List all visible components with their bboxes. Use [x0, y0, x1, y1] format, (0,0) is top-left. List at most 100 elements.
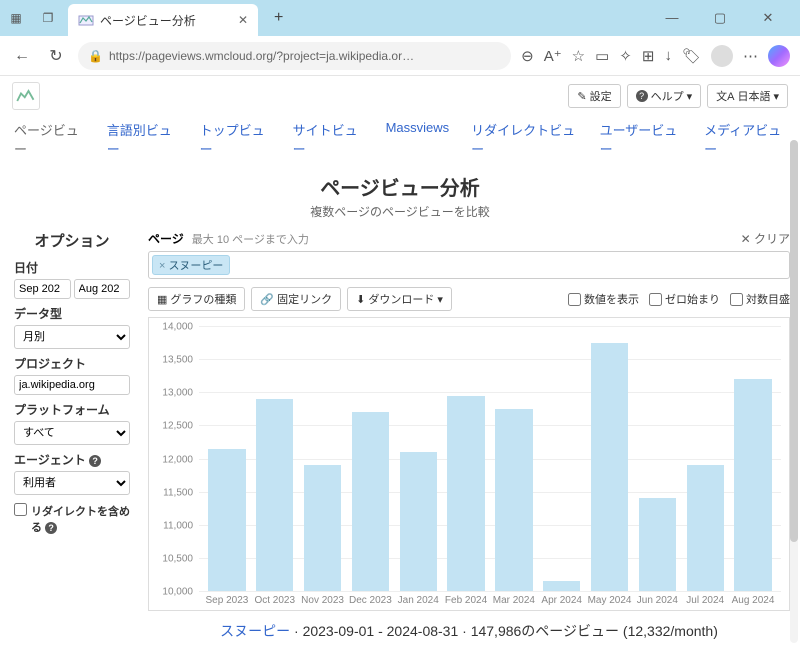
chart-bar [687, 465, 724, 591]
chart-bar [256, 399, 293, 591]
settings-button[interactable]: ✎設定 [568, 84, 620, 108]
y-tick-label: 10,000 [162, 587, 193, 598]
grid-icon: ▦ [157, 293, 167, 306]
begin-zero-check[interactable]: ゼロ始まり [649, 291, 720, 307]
datatype-label: データ型 [14, 305, 130, 322]
nav-mediaviews[interactable]: メディアビュー [704, 120, 786, 158]
x-tick-label: Mar 2024 [490, 595, 538, 606]
window-minimize[interactable]: — [654, 10, 690, 26]
window-maximize[interactable]: ▢ [702, 10, 738, 26]
help-button[interactable]: ?ヘルプ▾ [627, 84, 702, 108]
nav-siteviews[interactable]: サイトビュー [293, 120, 364, 158]
language-button[interactable]: 文A日本語▾ [707, 84, 788, 108]
date-to-input[interactable] [74, 279, 131, 299]
x-tick-label: Jul 2024 [681, 595, 729, 606]
nav-redirectviews[interactable]: リダイレクトビュー [471, 120, 577, 158]
zoom-icon[interactable]: ⊖ [521, 47, 534, 65]
page-subtitle: 複数ページのページビューを比較 [0, 203, 800, 220]
chevron-down-icon: ▾ [687, 90, 693, 103]
y-tick-label: 13,000 [162, 388, 193, 399]
agent-select[interactable]: 利用者 [14, 471, 130, 495]
y-tick-label: 10,500 [162, 553, 193, 564]
copilot-icon[interactable] [768, 45, 790, 67]
show-values-check[interactable]: 数値を表示 [568, 291, 639, 307]
y-tick-label: 12,500 [162, 421, 193, 432]
chart-bar [543, 581, 580, 591]
tab-favicon [78, 12, 94, 28]
tab-close-icon[interactable]: ✕ [238, 13, 248, 27]
chart-bar [591, 343, 628, 591]
x-tick-label: Sep 2023 [203, 595, 251, 606]
x-tick-label: Jan 2024 [394, 595, 442, 606]
x-tick-label: Oct 2023 [251, 595, 299, 606]
page-title-block: ページビュー分析 複数ページのページビューを比較 [0, 168, 800, 230]
extensions-icon[interactable]: ⊞ [642, 47, 655, 65]
chart-bar [400, 452, 437, 591]
favorites-bar-icon[interactable]: ✧ [619, 47, 632, 65]
profile-avatar[interactable] [711, 45, 733, 67]
window-close[interactable]: ✕ [750, 10, 786, 26]
x-tick-label: Aug 2024 [729, 595, 777, 606]
platform-label: プラットフォーム [14, 401, 130, 418]
nav-massviews[interactable]: Massviews [386, 120, 450, 158]
address-bar[interactable]: 🔒 https://pageviews.wmcloud.org/?project… [78, 42, 511, 70]
x-tick-label: May 2024 [586, 595, 634, 606]
x-tick-label: Apr 2024 [538, 595, 586, 606]
tool-nav: ページビュー 言語別ビュー トップビュー サイトビュー Massviews リダ… [0, 116, 800, 168]
collections-icon[interactable]: ▭ [595, 47, 609, 65]
nav-langviews[interactable]: 言語別ビュー [107, 120, 178, 158]
platform-select[interactable]: すべて [14, 421, 130, 445]
chart-bar [447, 396, 484, 591]
chevron-down-icon: ▾ [773, 90, 779, 103]
workspaces-icon[interactable]: ❐ [36, 6, 60, 30]
downloads-icon[interactable]: ↓ [664, 47, 672, 64]
summary-line: スヌーピー · 2023-09-01 - 2024-08-31 · 147,98… [148, 611, 790, 653]
page-scrollbar[interactable] [790, 140, 798, 643]
page-token[interactable]: ×スヌーピー [152, 255, 230, 275]
help-icon[interactable]: ? [45, 522, 57, 534]
pages-input[interactable]: ×スヌーピー [148, 251, 790, 279]
chart-bar [495, 409, 532, 591]
shopping-icon[interactable]: 🏷 [682, 47, 701, 65]
app-logo [12, 82, 40, 110]
back-button[interactable]: ← [10, 47, 34, 65]
x-tick-label: Jun 2024 [633, 595, 681, 606]
pencil-icon: ✎ [577, 90, 586, 103]
nav-userviews[interactable]: ユーザービュー [600, 120, 683, 158]
x-tick-label: Nov 2023 [299, 595, 347, 606]
download-button[interactable]: ⬇ダウンロード ▾ [347, 287, 452, 311]
refresh-button[interactable]: ↻ [44, 46, 68, 66]
nav-topviews[interactable]: トップビュー [200, 120, 271, 158]
token-remove-icon[interactable]: × [159, 260, 165, 272]
read-aloud-icon[interactable]: A⁺ [544, 47, 562, 65]
favorite-icon[interactable]: ☆ [572, 47, 585, 65]
clear-button[interactable]: ✕ クリア [741, 230, 790, 247]
new-tab-button[interactable]: + [266, 9, 291, 27]
more-menu-icon[interactable]: ⋯ [743, 47, 758, 65]
y-tick-label: 12,000 [162, 454, 193, 465]
app-menu-icon[interactable]: ▦ [4, 6, 28, 30]
window-titlebar: ▦ ❐ ページビュー分析 ✕ + — ▢ ✕ [0, 0, 800, 36]
redirects-label: リダイレクトを含める ? [31, 503, 130, 535]
chart-bar [639, 498, 676, 591]
y-tick-label: 11,000 [163, 520, 193, 531]
datatype-select[interactable]: 月別 [14, 325, 130, 349]
x-tick-label: Dec 2023 [346, 595, 394, 606]
chart-bar [208, 449, 245, 591]
agent-label: エージェント ? [14, 451, 130, 468]
link-icon: 🔗 [260, 293, 274, 306]
log-scale-check[interactable]: 対数目盛 [730, 291, 790, 307]
project-label: プロジェクト [14, 355, 130, 372]
app-header: ✎設定 ?ヘルプ▾ 文A日本語▾ [0, 76, 800, 116]
chart-type-button[interactable]: ▦グラフの種類 [148, 287, 245, 311]
help-icon[interactable]: ? [89, 455, 101, 467]
summary-link[interactable]: スヌーピー [220, 623, 290, 639]
redirects-checkbox[interactable] [14, 503, 27, 516]
project-input[interactable] [14, 375, 130, 395]
chevron-down-icon: ▾ [437, 293, 443, 306]
date-from-input[interactable] [14, 279, 71, 299]
x-tick-label: Feb 2024 [442, 595, 490, 606]
browser-tab[interactable]: ページビュー分析 ✕ [68, 4, 258, 36]
nav-pageviews[interactable]: ページビュー [14, 120, 85, 158]
permalink-button[interactable]: 🔗固定リンク [251, 287, 341, 311]
